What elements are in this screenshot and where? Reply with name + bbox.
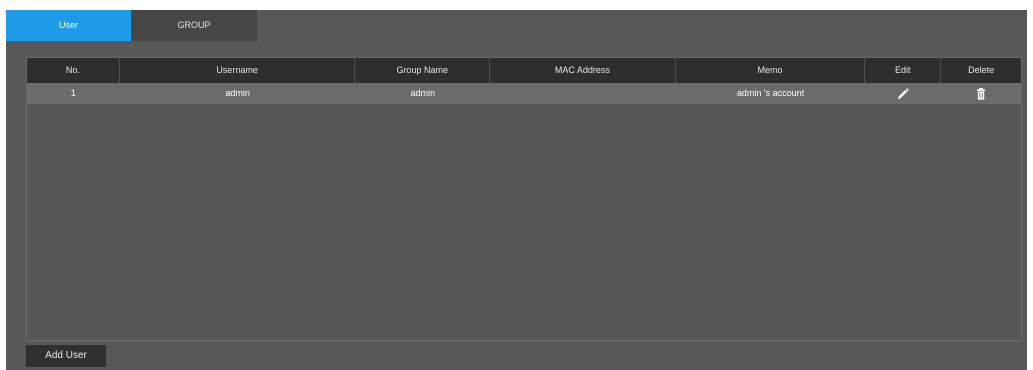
cell-delete [941, 83, 1021, 104]
column-header-mac-address: MAC Address [490, 58, 676, 83]
cell-memo: admin 's account [736, 88, 805, 98]
tab-user[interactable]: User [6, 10, 131, 41]
cell-group-name: admin [410, 88, 435, 98]
add-user-button[interactable]: Add User [26, 345, 106, 367]
cell-mac-address [490, 83, 676, 104]
table-header: No. Username Group Name MAC Address Memo… [27, 58, 1021, 83]
column-header-edit: Edit [865, 58, 942, 83]
user-management-panel: User GROUP No. Username Group Name MAC A… [6, 10, 1027, 370]
column-header-group-name: Group Name [355, 58, 491, 83]
column-header-memo: Memo [676, 58, 866, 83]
tab-bar: User GROUP [6, 10, 1027, 41]
pencil-icon[interactable] [896, 87, 910, 101]
cell-no: 1 [70, 88, 76, 98]
cell-username: admin [225, 88, 250, 98]
column-header-username: Username [120, 58, 356, 83]
column-header-delete: Delete [968, 65, 995, 75]
trash-icon[interactable] [974, 87, 988, 101]
cell-edit [865, 83, 941, 104]
tab-group[interactable]: GROUP [131, 10, 257, 41]
table-row[interactable]: 1 admin admin admin 's account [27, 83, 1021, 104]
column-header-no: No. [27, 58, 120, 83]
user-table: No. Username Group Name MAC Address Memo… [26, 57, 1022, 341]
